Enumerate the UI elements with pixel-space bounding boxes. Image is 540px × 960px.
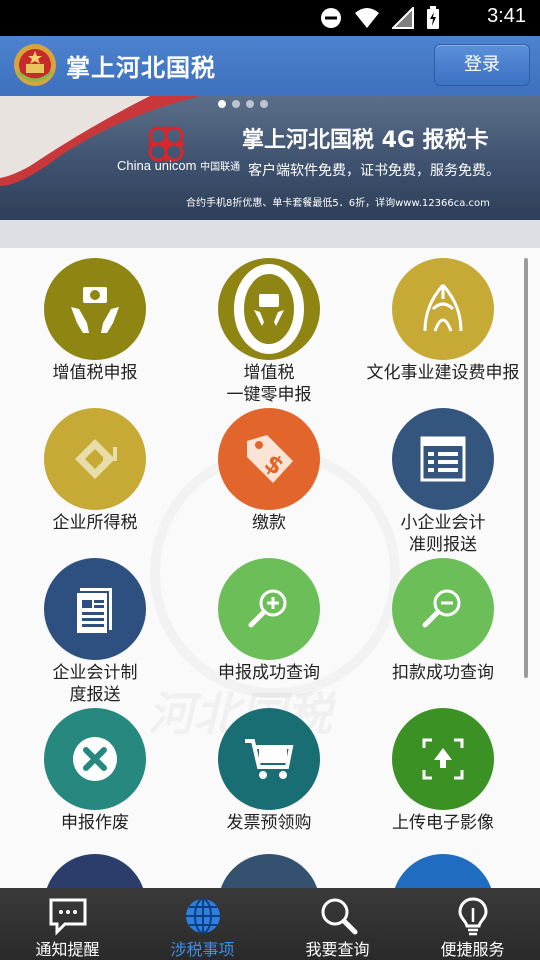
tile-label: 上传电子影像 bbox=[392, 813, 494, 833]
tile-label: 文化事业建设费申报 bbox=[366, 363, 520, 383]
promo-banner[interactable]: China unicom 中国联通 掌上河北国税 4G 报税卡 客户端软件免费，… bbox=[0, 96, 540, 220]
tile-deduction-success-query[interactable]: 扣款成功查询 bbox=[358, 550, 528, 700]
banner-headline: 掌上河北国税 4G 报税卡 bbox=[242, 128, 489, 153]
tile-circle bbox=[218, 708, 320, 810]
tile-label: 申报成功查询 bbox=[218, 663, 320, 683]
tile-culture-fee-declare[interactable]: 文化事业建设费申报 bbox=[358, 250, 528, 400]
bottom-tab-bar: 通知提醒 涉税事项 我要查询 便捷服务 bbox=[0, 888, 540, 960]
banner-dot[interactable] bbox=[260, 100, 268, 108]
tile-circle bbox=[44, 708, 146, 810]
banner-dot[interactable] bbox=[232, 100, 240, 108]
do-not-disturb-icon bbox=[321, 8, 341, 28]
status-bar: 3:41 bbox=[0, 0, 540, 36]
app-header: 掌上河北国税 登录 bbox=[0, 36, 540, 96]
login-button[interactable]: 登录 bbox=[434, 44, 530, 86]
tab-label: 便捷服务 bbox=[440, 940, 505, 959]
tile-invoice-preorder[interactable]: 发票预领购 bbox=[184, 700, 354, 850]
tab-label: 我要查询 bbox=[305, 940, 370, 959]
unicom-brand-text: China unicom 中国联通 bbox=[117, 158, 240, 173]
tile-label: 申报作废 bbox=[61, 813, 129, 833]
tile-upload-images[interactable]: 上传电子影像 bbox=[358, 700, 528, 850]
tile-label: 发票预领购 bbox=[226, 813, 312, 833]
app-title: 掌上河北国税 bbox=[66, 54, 216, 82]
next-row-circle[interactable] bbox=[392, 854, 494, 888]
tile-vat-declare[interactable]: 增值税申报 bbox=[10, 250, 180, 400]
tile-label: 企业所得税 bbox=[52, 513, 138, 533]
tab-label: 通知提醒 bbox=[35, 940, 100, 959]
banner-fineprint: 合约手机8折优惠、单卡套餐最低5．6折，详询www.12366ca.com bbox=[186, 198, 490, 209]
tab-query[interactable]: 我要查询 bbox=[270, 888, 405, 960]
tile-circle bbox=[392, 558, 494, 660]
tile-declare-success-query[interactable]: 申报成功查询 bbox=[184, 550, 354, 700]
tile-label: 增值税申报 bbox=[52, 363, 138, 383]
banner-dot[interactable] bbox=[218, 100, 226, 108]
tile-enterprise-accounting-system[interactable]: 企业会计制 度报送 bbox=[10, 550, 180, 705]
next-row-circle[interactable] bbox=[44, 854, 146, 888]
banner-page-dots bbox=[218, 100, 268, 108]
cancel-icon bbox=[73, 737, 117, 781]
globe-icon bbox=[185, 898, 220, 934]
status-icons bbox=[320, 6, 440, 30]
battery-icon bbox=[427, 6, 439, 29]
cart-icon bbox=[245, 739, 294, 779]
lightbulb-icon bbox=[457, 897, 488, 936]
exchange-icon bbox=[75, 439, 117, 479]
message-icon bbox=[49, 898, 86, 936]
tile-circle bbox=[218, 558, 320, 660]
unicom-brand-en: China unicom bbox=[117, 158, 197, 173]
price-tag-icon: $ bbox=[247, 435, 293, 483]
signal-icon bbox=[392, 7, 414, 29]
tile-label: 扣款成功查询 bbox=[392, 663, 494, 683]
wifi-icon bbox=[355, 8, 379, 28]
zoom-in-icon bbox=[248, 589, 287, 628]
tile-circle bbox=[392, 258, 494, 360]
tile-declare-void[interactable]: 申报作废 bbox=[10, 700, 180, 850]
tile-circle bbox=[44, 258, 146, 360]
tab-notifications[interactable]: 通知提醒 bbox=[0, 888, 135, 960]
tile-circle bbox=[44, 408, 146, 510]
tab-label: 涉税事项 bbox=[170, 940, 235, 959]
tab-tax-matters[interactable]: 涉税事项 bbox=[135, 888, 270, 960]
section-divider bbox=[0, 220, 540, 248]
unicom-brand-cn: 中国联通 bbox=[200, 162, 241, 173]
search-icon bbox=[321, 898, 357, 935]
upload-icon bbox=[422, 738, 464, 780]
tile-payment[interactable]: $ 缴款 bbox=[184, 400, 354, 550]
tab-convenient-services[interactable]: 便捷服务 bbox=[405, 888, 540, 960]
tile-small-enterprise-accounting[interactable]: 小企业会计 准则报送 bbox=[358, 400, 528, 555]
culture-icon bbox=[423, 284, 463, 332]
tile-vat-zero-declare[interactable]: 增值税 一键零申报 bbox=[184, 250, 354, 405]
money-hands-icon bbox=[71, 287, 119, 333]
banner-subline: 客户端软件免费，证书免费，服务免费。 bbox=[248, 163, 500, 179]
document-icon bbox=[75, 588, 112, 635]
zero-declare-icon bbox=[234, 264, 304, 354]
tile-circle bbox=[218, 258, 320, 360]
service-grid: 河北国税 增值税申报 增值税一键零申报 文化事业建设费申报 bbox=[0, 248, 540, 888]
tile-circle: $ bbox=[218, 408, 320, 510]
next-row-circle[interactable] bbox=[218, 854, 320, 888]
tile-circle bbox=[392, 708, 494, 810]
zoom-out-icon bbox=[422, 589, 461, 628]
tile-label: 缴款 bbox=[252, 513, 286, 533]
tile-circle bbox=[392, 408, 494, 510]
tile-corporate-income-tax[interactable]: 企业所得税 bbox=[10, 400, 180, 550]
list-window-icon bbox=[420, 436, 466, 482]
national-emblem-icon bbox=[14, 44, 56, 86]
tile-circle bbox=[44, 558, 146, 660]
banner-dot[interactable] bbox=[246, 100, 254, 108]
status-time: 3:41 bbox=[487, 5, 526, 27]
